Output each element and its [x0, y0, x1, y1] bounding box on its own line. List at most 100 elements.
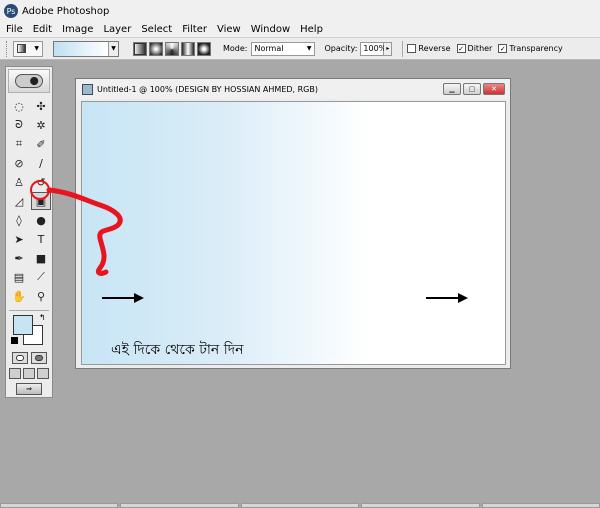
- reverse-checkbox-label: Reverse: [418, 44, 451, 53]
- mode-select-value: Normal: [254, 44, 284, 53]
- dither-checkbox-label: Dither: [467, 44, 493, 53]
- reflected-gradient-button[interactable]: [181, 41, 195, 56]
- path-selection-tool-icon[interactable]: ➤: [9, 230, 29, 248]
- quick-mask-mode-button[interactable]: [30, 352, 47, 364]
- angle-gradient-button[interactable]: [165, 41, 179, 56]
- opacity-label: Opacity:: [324, 44, 358, 53]
- slice-tool-icon[interactable]: ✐: [31, 135, 51, 153]
- gradient-options-bar: ▼ ▼ Mode: Normal ▼ Opacity: 100% ▸ Rever…: [0, 38, 600, 60]
- gradient-picker[interactable]: ▼: [53, 40, 119, 57]
- magic-wand-tool-icon[interactable]: ✲: [31, 116, 51, 134]
- history-brush-tool-icon[interactable]: ↺: [31, 173, 51, 191]
- radial-gradient-button[interactable]: [149, 41, 163, 56]
- linear-gradient-button[interactable]: [133, 41, 147, 56]
- chevron-down-icon: ▼: [34, 45, 39, 52]
- photoshop-app-icon: Ps: [4, 4, 18, 18]
- zoom-tool-icon[interactable]: ⚲: [31, 287, 51, 305]
- foreground-color-swatch[interactable]: [13, 315, 33, 335]
- crop-tool-icon[interactable]: ⌗: [9, 135, 29, 153]
- tool-preset-picker[interactable]: ▼: [13, 40, 43, 57]
- transparency-checkbox-box[interactable]: ✓: [498, 44, 508, 53]
- shape-tool-icon[interactable]: ■: [31, 249, 51, 267]
- reverse-checkbox-box[interactable]: [407, 44, 417, 53]
- opacity-slider-arrow-icon[interactable]: ▸: [384, 41, 393, 56]
- panel-tab[interactable]: [361, 503, 480, 508]
- diamond-gradient-button[interactable]: [197, 41, 211, 56]
- jump-to-imageready-button[interactable]: ⇒: [16, 383, 42, 395]
- menu-filter[interactable]: Filter: [182, 24, 207, 35]
- options-separator: [402, 40, 404, 57]
- opacity-input[interactable]: 100%: [360, 41, 386, 56]
- menu-image[interactable]: Image: [62, 24, 93, 35]
- toolbox-separator: [9, 310, 49, 311]
- standard-screen-mode-button[interactable]: [9, 368, 21, 379]
- blur-tool-icon[interactable]: ◊: [9, 211, 29, 229]
- screen-mode-row: [6, 368, 52, 379]
- drag-start-arrow-icon: [102, 293, 144, 303]
- healing-brush-tool-icon[interactable]: ⊘: [9, 154, 29, 172]
- default-colors-icon[interactable]: [11, 337, 18, 344]
- menu-help[interactable]: Help: [300, 24, 323, 35]
- quick-mask-icon: [34, 355, 43, 361]
- mode-select[interactable]: Normal ▼: [250, 41, 315, 56]
- document-title: Untitled-1 @ 100% (DESIGN BY HOSSIAN AHM…: [97, 84, 318, 94]
- mode-label: Mode:: [223, 44, 248, 53]
- eraser-tool-icon[interactable]: ◿: [9, 192, 29, 210]
- marquee-tool-icon[interactable]: ◌: [9, 97, 29, 115]
- tool-grid: ◌ ✣ ᘐ ✲ ⌗ ✐ ⊘ ∕ ♙ ↺ ◿ ▣ ◊ ● ➤ T ✒ ■ ▤ ⟋ ✋ ⚲: [6, 95, 52, 308]
- menu-view[interactable]: View: [217, 24, 241, 35]
- edit-mode-row: [6, 352, 52, 364]
- document-titlebar[interactable]: Untitled-1 @ 100% (DESIGN BY HOSSIAN AHM…: [76, 79, 510, 99]
- menu-window[interactable]: Window: [251, 24, 290, 35]
- type-tool-icon[interactable]: T: [31, 230, 51, 248]
- adobe-online-eye-icon[interactable]: [15, 74, 43, 88]
- app-title: Adobe Photoshop: [22, 5, 110, 17]
- menu-layer[interactable]: Layer: [103, 24, 131, 35]
- move-tool-icon[interactable]: ✣: [31, 97, 51, 115]
- panel-tab[interactable]: [481, 503, 600, 508]
- swap-colors-icon[interactable]: ↰: [39, 313, 46, 322]
- panel-tab[interactable]: [120, 503, 239, 508]
- options-bar-grip[interactable]: [6, 40, 9, 57]
- document-canvas[interactable]: এই দিকে থেকে টান দিন: [81, 101, 506, 365]
- menu-bar: File Edit Image Layer Select Filter View Window…: [0, 22, 600, 38]
- color-swatches: ↰: [9, 313, 49, 349]
- menu-edit[interactable]: Edit: [33, 24, 52, 35]
- jump-to-row: ⇒: [6, 383, 52, 395]
- full-screen-mode-button[interactable]: [37, 368, 49, 379]
- panel-tab[interactable]: [0, 503, 119, 508]
- gradient-swatch[interactable]: [54, 41, 108, 56]
- full-screen-menu-mode-button[interactable]: [23, 368, 35, 379]
- close-button[interactable]: ✕: [483, 83, 505, 95]
- dither-checkbox[interactable]: ✓ Dither: [456, 44, 493, 53]
- transparency-checkbox[interactable]: ✓ Transparency: [498, 44, 563, 53]
- document-window: Untitled-1 @ 100% (DESIGN BY HOSSIAN AHM…: [75, 78, 511, 369]
- app-titlebar: Ps Adobe Photoshop: [0, 0, 600, 22]
- pen-tool-icon[interactable]: ✒: [9, 249, 29, 267]
- hand-tool-icon[interactable]: ✋: [9, 287, 29, 305]
- dither-checkbox-box[interactable]: ✓: [456, 44, 466, 53]
- menu-file[interactable]: File: [6, 24, 23, 35]
- gradient-tool-preset-icon: [17, 44, 26, 53]
- eyedropper-tool-icon[interactable]: ⟋: [31, 268, 51, 286]
- menu-select[interactable]: Select: [141, 24, 172, 35]
- canvas-instruction-text: এই দিকে থেকে টান দিন: [111, 342, 244, 358]
- brush-tool-icon[interactable]: ∕: [31, 154, 51, 172]
- gradient-tool-icon[interactable]: ▣: [31, 192, 51, 210]
- standard-mode-icon: [15, 355, 24, 361]
- toolbox-header[interactable]: [8, 69, 50, 93]
- maximize-button[interactable]: ▢: [463, 83, 481, 95]
- notes-tool-icon[interactable]: ▤: [9, 268, 29, 286]
- standard-mode-button[interactable]: [11, 352, 28, 364]
- document-icon: [82, 83, 93, 95]
- gradient-picker-dropdown[interactable]: ▼: [108, 41, 118, 56]
- reverse-checkbox[interactable]: Reverse: [407, 44, 451, 53]
- lasso-tool-icon[interactable]: ᘐ: [9, 116, 29, 134]
- dodge-tool-icon[interactable]: ●: [31, 211, 51, 229]
- chevron-down-icon: ▼: [306, 45, 312, 52]
- drag-end-arrow-icon: [426, 293, 468, 303]
- panel-tab[interactable]: [240, 503, 360, 508]
- clone-stamp-tool-icon[interactable]: ♙: [9, 173, 29, 191]
- transparency-checkbox-label: Transparency: [509, 44, 563, 53]
- minimize-button[interactable]: ▁: [443, 83, 461, 95]
